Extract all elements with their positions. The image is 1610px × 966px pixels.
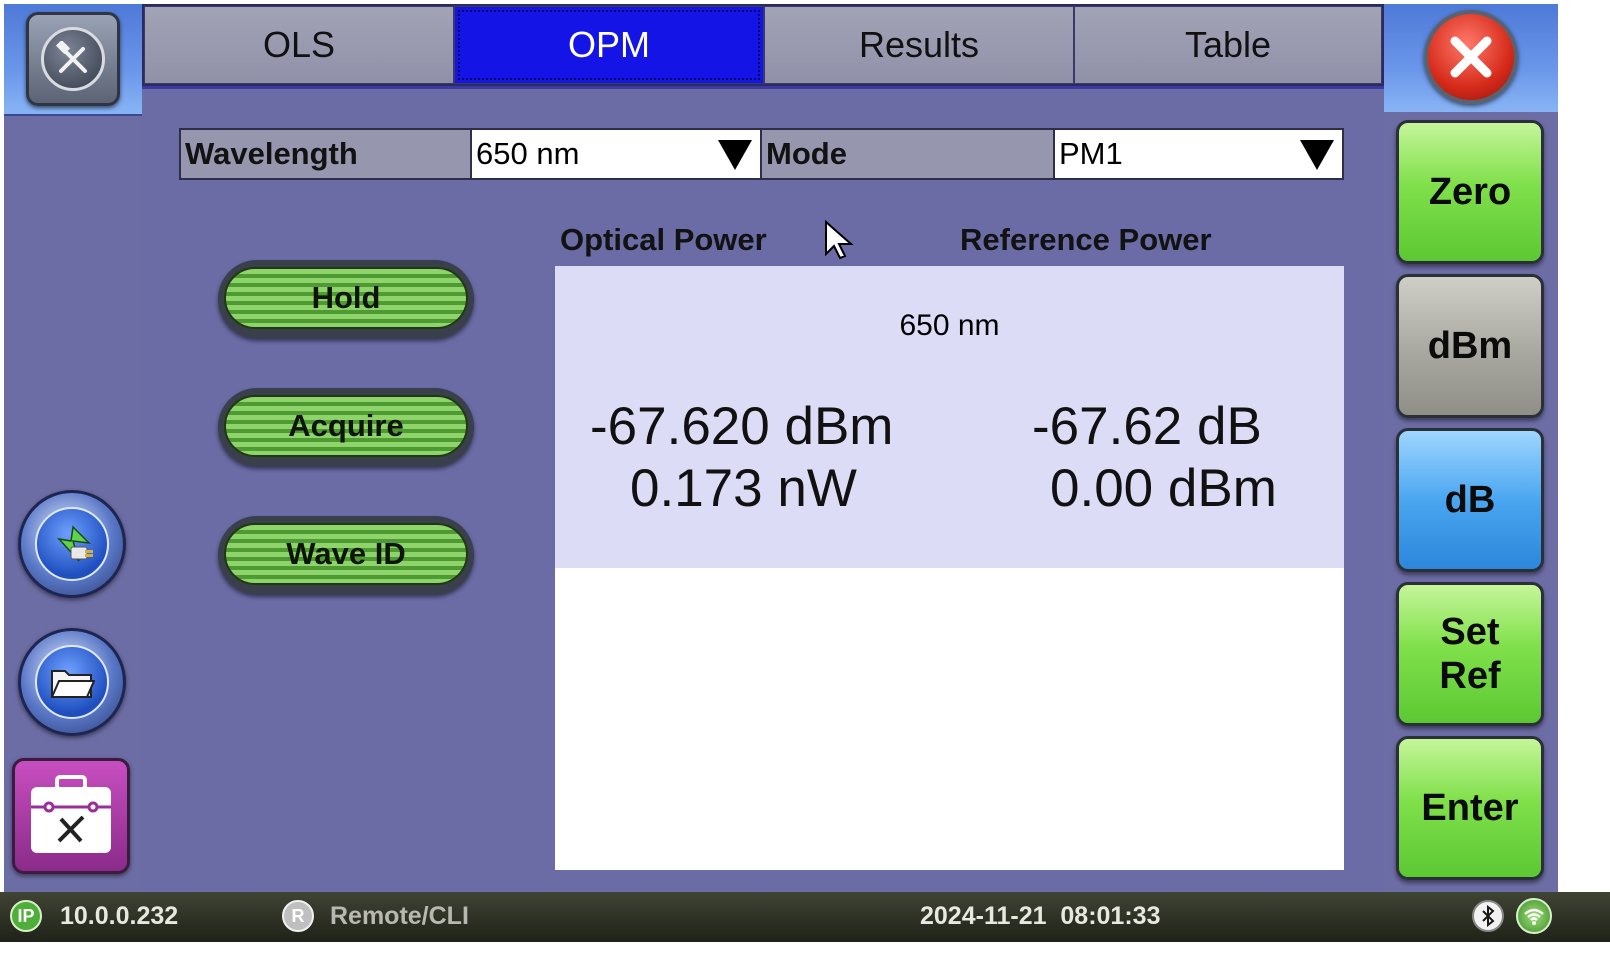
wavelength-label: Wavelength [179,128,472,180]
status-bar: IP 10.0.0.232 R Remote/CLI 2024-11-21 08… [0,892,1610,942]
connector-button[interactable] [18,490,126,598]
close-icon [1450,36,1492,78]
tab-table[interactable]: Table [1074,6,1382,84]
toolbox-icon [31,775,111,853]
enter-button[interactable]: Enter [1396,736,1544,880]
db-button-label: dB [1444,479,1496,521]
tab-ols[interactable]: OLS [144,6,454,84]
set-ref-button-label: Set Ref [1439,610,1500,698]
zero-button[interactable]: Zero [1396,120,1544,264]
set-ref-line-1: Set [1440,611,1500,653]
wave-id-button[interactable]: Wave ID [218,516,474,594]
dropdown-arrow-icon [1300,140,1334,170]
mouse-cursor-icon [825,220,854,260]
bluetooth-icon[interactable] [1472,900,1504,932]
folder-icon [35,645,109,719]
reference-power-db: -67.62 dB [1032,397,1262,456]
tools-button[interactable] [26,12,120,106]
mode-select[interactable]: PM1 [1053,128,1344,180]
dbm-button-label: dBm [1427,325,1513,367]
readout-wavelength: 650 nm [899,309,1000,342]
optical-power-heading: Optical Power [560,222,767,257]
wavelength-value: 650 nm [476,136,580,171]
left-header [4,4,142,116]
dbm-button[interactable]: dBm [1396,274,1544,418]
zero-button-label: Zero [1428,171,1512,213]
dropdown-arrow-icon [718,140,752,170]
connector-icon [35,507,109,581]
db-button[interactable]: dB [1396,428,1544,572]
hold-button[interactable]: Hold [218,260,474,338]
set-ref-button[interactable]: Set Ref [1396,582,1544,726]
readout-blank-area [555,568,1344,870]
remote-badge: R [282,900,314,932]
close-button[interactable] [1424,10,1518,104]
date-time: 2024-11-21 08:01:33 [920,902,1161,930]
app-window: OLS OPM Results Table Wavelength 650 nm … [0,0,1610,966]
acquire-button-label: Acquire [224,395,468,457]
screen-bottom-margin [0,942,1610,966]
remote-cli-label: Remote/CLI [330,902,469,930]
reference-power-heading: Reference Power [960,222,1212,257]
reference-power-dbm: 0.00 dBm [1050,459,1277,518]
ip-badge: IP [10,900,42,932]
optical-power-nw: 0.173 nW [630,459,857,518]
ip-address: 10.0.0.232 [60,902,179,930]
tab-bar: OLS OPM Results Table [142,4,1384,86]
wave-id-button-label: Wave ID [224,523,468,585]
enter-button-label: Enter [1421,787,1519,829]
mode-value: PM1 [1059,136,1123,171]
mode-label: Mode [760,128,1055,180]
wifi-icon[interactable] [1516,898,1552,934]
tab-results[interactable]: Results [764,6,1074,84]
hold-button-label: Hold [224,267,468,329]
optical-power-dbm: -67.620 dBm [590,397,894,456]
set-ref-line-2: Ref [1439,655,1501,697]
wavelength-select[interactable]: 650 nm [470,128,762,180]
tab-opm[interactable]: OPM [454,6,764,84]
tools-icon [41,27,105,91]
files-button[interactable] [18,628,126,736]
acquire-button[interactable]: Acquire [218,388,474,466]
toolbox-button[interactable] [12,758,130,874]
